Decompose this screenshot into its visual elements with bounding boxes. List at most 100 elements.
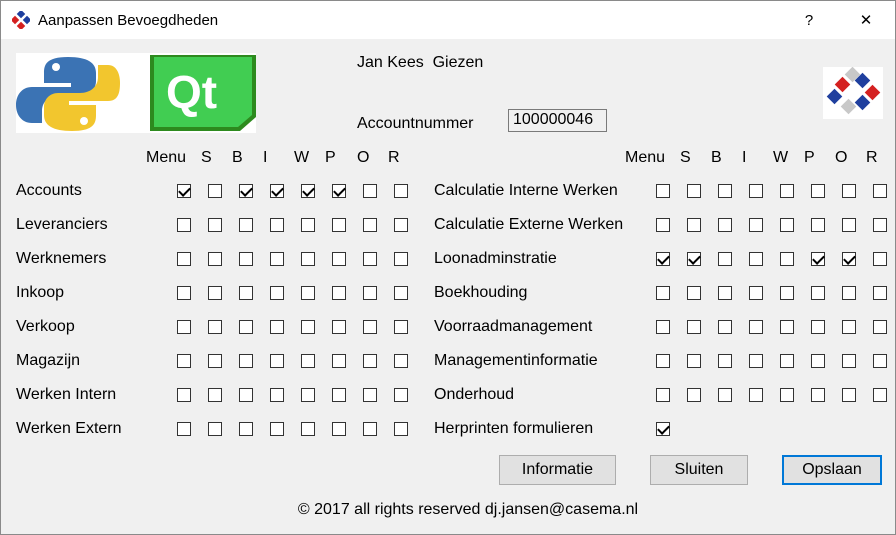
checkbox-w[interactable]: [301, 388, 315, 402]
checkbox-s[interactable]: [208, 354, 222, 368]
checkbox-i[interactable]: [270, 184, 284, 198]
checkbox-s[interactable]: [687, 184, 701, 198]
checkbox-r[interactable]: [873, 184, 887, 198]
checkbox-r[interactable]: [873, 252, 887, 266]
checkbox-o[interactable]: [363, 286, 377, 300]
checkbox-i[interactable]: [749, 354, 763, 368]
checkbox-r[interactable]: [394, 354, 408, 368]
close-window-button[interactable]: ✕: [843, 1, 889, 39]
help-button[interactable]: ?: [786, 1, 832, 39]
checkbox-i[interactable]: [270, 388, 284, 402]
checkbox-p[interactable]: [332, 252, 346, 266]
checkbox-w[interactable]: [301, 422, 315, 436]
checkbox-b[interactable]: [718, 388, 732, 402]
checkbox-o[interactable]: [363, 422, 377, 436]
checkbox-s[interactable]: [687, 320, 701, 334]
opslaan-button[interactable]: Opslaan: [782, 455, 882, 485]
checkbox-b[interactable]: [718, 218, 732, 232]
checkbox-i[interactable]: [270, 320, 284, 334]
checkbox-b[interactable]: [239, 320, 253, 334]
checkbox-menu[interactable]: [656, 320, 670, 334]
checkbox-menu[interactable]: [177, 286, 191, 300]
checkbox-o[interactable]: [842, 184, 856, 198]
checkbox-menu[interactable]: [656, 286, 670, 300]
checkbox-o[interactable]: [842, 252, 856, 266]
checkbox-b[interactable]: [718, 354, 732, 368]
checkbox-p[interactable]: [811, 252, 825, 266]
checkbox-s[interactable]: [208, 320, 222, 334]
checkbox-w[interactable]: [780, 252, 794, 266]
checkbox-w[interactable]: [780, 218, 794, 232]
checkbox-s[interactable]: [208, 218, 222, 232]
checkbox-w[interactable]: [301, 354, 315, 368]
checkbox-o[interactable]: [842, 320, 856, 334]
checkbox-s[interactable]: [687, 388, 701, 402]
checkbox-menu[interactable]: [177, 422, 191, 436]
checkbox-o[interactable]: [363, 320, 377, 334]
checkbox-menu[interactable]: [656, 218, 670, 232]
checkbox-b[interactable]: [239, 252, 253, 266]
checkbox-r[interactable]: [394, 184, 408, 198]
checkbox-menu[interactable]: [656, 388, 670, 402]
checkbox-i[interactable]: [270, 422, 284, 436]
checkbox-p[interactable]: [332, 422, 346, 436]
checkbox-s[interactable]: [208, 184, 222, 198]
checkbox-p[interactable]: [811, 218, 825, 232]
checkbox-menu[interactable]: [177, 354, 191, 368]
checkbox-w[interactable]: [780, 320, 794, 334]
checkbox-b[interactable]: [718, 320, 732, 334]
checkbox-o[interactable]: [842, 286, 856, 300]
checkbox-s[interactable]: [208, 252, 222, 266]
title-bar[interactable]: Aanpassen Bevoegdheden ? ✕: [1, 1, 895, 39]
checkbox-p[interactable]: [811, 388, 825, 402]
checkbox-s[interactable]: [208, 422, 222, 436]
checkbox-b[interactable]: [239, 184, 253, 198]
checkbox-p[interactable]: [332, 354, 346, 368]
checkbox-menu[interactable]: [177, 320, 191, 334]
checkbox-p[interactable]: [332, 184, 346, 198]
checkbox-r[interactable]: [873, 218, 887, 232]
checkbox-w[interactable]: [780, 286, 794, 300]
checkbox-o[interactable]: [363, 354, 377, 368]
checkbox-menu[interactable]: [656, 252, 670, 266]
checkbox-i[interactable]: [749, 184, 763, 198]
checkbox-w[interactable]: [301, 184, 315, 198]
checkbox-b[interactable]: [239, 422, 253, 436]
checkbox-r[interactable]: [873, 286, 887, 300]
checkbox-r[interactable]: [394, 252, 408, 266]
checkbox-r[interactable]: [394, 218, 408, 232]
checkbox-b[interactable]: [239, 218, 253, 232]
account-number-field[interactable]: 100000046: [508, 109, 607, 132]
checkbox-i[interactable]: [270, 252, 284, 266]
checkbox-p[interactable]: [332, 286, 346, 300]
checkbox-b[interactable]: [718, 286, 732, 300]
checkbox-o[interactable]: [363, 252, 377, 266]
checkbox-p[interactable]: [332, 388, 346, 402]
checkbox-menu[interactable]: [177, 252, 191, 266]
checkbox-i[interactable]: [749, 218, 763, 232]
checkbox-w[interactable]: [301, 252, 315, 266]
checkbox-menu[interactable]: [656, 184, 670, 198]
informatie-button[interactable]: Informatie: [499, 455, 616, 485]
checkbox-o[interactable]: [363, 218, 377, 232]
checkbox-s[interactable]: [687, 218, 701, 232]
checkbox-r[interactable]: [394, 388, 408, 402]
checkbox-menu[interactable]: [177, 218, 191, 232]
checkbox-w[interactable]: [780, 184, 794, 198]
checkbox-s[interactable]: [208, 286, 222, 300]
checkbox-r[interactable]: [873, 388, 887, 402]
checkbox-w[interactable]: [301, 218, 315, 232]
checkbox-r[interactable]: [394, 320, 408, 334]
checkbox-p[interactable]: [811, 184, 825, 198]
checkbox-menu[interactable]: [177, 388, 191, 402]
checkbox-r[interactable]: [873, 320, 887, 334]
checkbox-i[interactable]: [749, 388, 763, 402]
checkbox-o[interactable]: [842, 218, 856, 232]
checkbox-menu[interactable]: [177, 184, 191, 198]
checkbox-b[interactable]: [239, 354, 253, 368]
checkbox-r[interactable]: [873, 354, 887, 368]
checkbox-p[interactable]: [811, 354, 825, 368]
checkbox-i[interactable]: [270, 354, 284, 368]
checkbox-p[interactable]: [811, 320, 825, 334]
checkbox-o[interactable]: [363, 388, 377, 402]
